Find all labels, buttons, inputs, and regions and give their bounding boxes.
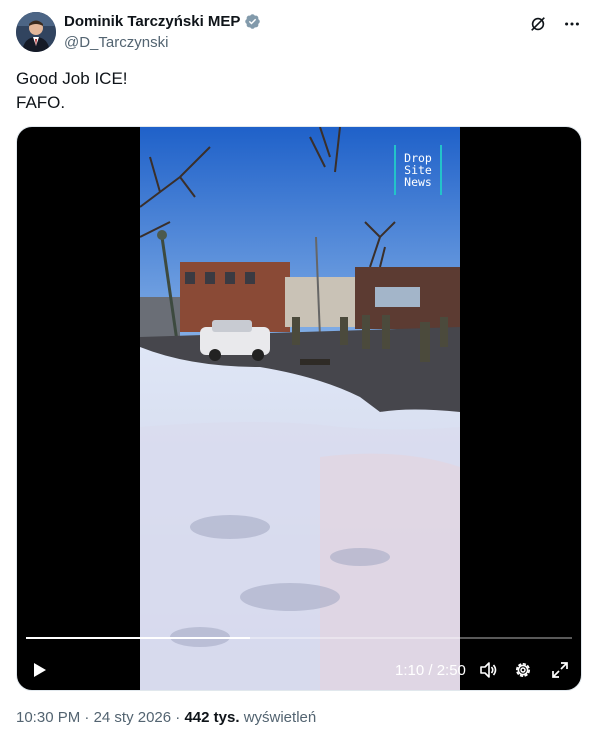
tweet-date[interactable]: 24 sty 2026 (94, 709, 172, 726)
play-icon (34, 663, 46, 677)
video-progress-fill (26, 637, 250, 639)
avatar[interactable] (16, 12, 56, 52)
volume-icon (480, 662, 497, 678)
video-player[interactable]: Drop Site News 1:10 / 2:50 (16, 126, 582, 691)
fullscreen-icon (552, 662, 568, 678)
tweet-line: Good Job ICE! (16, 69, 128, 88)
video-frame[interactable]: Drop Site News (140, 127, 460, 690)
views-count: 442 tys. (184, 709, 240, 726)
gear-icon (515, 662, 531, 678)
tweet-text: Good Job ICE! FAFO. (16, 67, 128, 115)
volume-button[interactable] (478, 657, 498, 683)
video-progress-bar[interactable] (26, 637, 572, 639)
more-icon[interactable] (562, 14, 582, 34)
tweet-meta: 10:30 PM · 24 sty 2026 · 442 tys. wyświe… (16, 709, 317, 726)
views-label: wyświetleń (243, 709, 317, 726)
video-time: 1:10 / 2:50 (395, 661, 466, 679)
video-still-image (140, 127, 460, 690)
verified-badge-icon (245, 14, 261, 29)
play-button[interactable] (29, 657, 49, 683)
settings-button[interactable] (513, 657, 533, 683)
fullscreen-button[interactable] (550, 657, 570, 683)
tweet-line: FAFO. (16, 93, 66, 112)
author-name-row: Dominik Tarczyński MEP (64, 13, 261, 30)
drop-site-news-watermark: Drop Site News (394, 145, 442, 195)
tweet-time[interactable]: 10:30 PM (16, 709, 80, 726)
author-name[interactable]: Dominik Tarczyński MEP (64, 13, 240, 30)
header-actions (528, 14, 582, 34)
grok-icon[interactable] (528, 14, 548, 34)
author-handle[interactable]: @D_Tarczynski (64, 34, 168, 51)
